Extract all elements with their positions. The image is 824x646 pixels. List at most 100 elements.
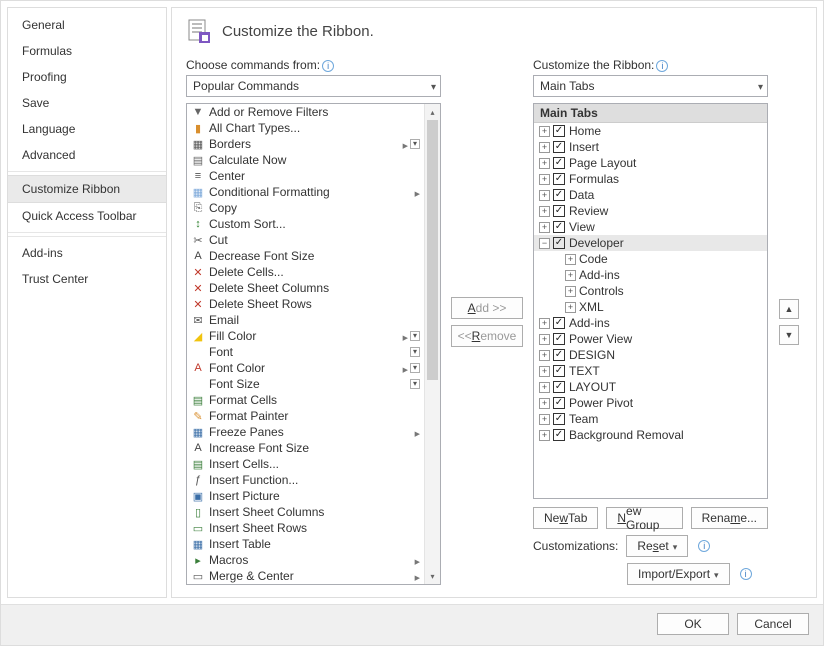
scroll-down-icon[interactable]: ▾ <box>425 568 440 584</box>
checkbox[interactable] <box>553 333 565 345</box>
command-item[interactable]: ↕Custom Sort... <box>187 216 424 232</box>
tree-tab-node[interactable]: +Formulas <box>534 171 767 187</box>
tree-tab-node[interactable]: +Review <box>534 203 767 219</box>
command-item[interactable]: ▤Format Cells <box>187 392 424 408</box>
ribbon-combo[interactable]: Main Tabs <box>533 75 768 97</box>
command-item[interactable]: AIncrease Font Size <box>187 440 424 456</box>
command-item[interactable]: AFont Color <box>187 360 424 376</box>
command-item[interactable]: ▤Insert Cells... <box>187 456 424 472</box>
command-item[interactable]: ▣Insert Picture <box>187 488 424 504</box>
command-item[interactable]: Font <box>187 344 424 360</box>
tree-tab-node[interactable]: +LAYOUT <box>534 379 767 395</box>
scroll-up-icon[interactable]: ▴ <box>425 104 440 120</box>
nav-item[interactable]: Advanced <box>8 142 166 168</box>
nav-item[interactable]: Language <box>8 116 166 142</box>
command-item[interactable]: ▤Calculate Now <box>187 152 424 168</box>
tree-tab-node[interactable]: +Home <box>534 123 767 139</box>
nav-item[interactable]: Save <box>8 90 166 116</box>
command-item[interactable]: ⎘Copy <box>187 200 424 216</box>
expand-toggle[interactable]: + <box>539 142 550 153</box>
command-item[interactable]: ▯Insert Sheet Columns <box>187 504 424 520</box>
choose-commands-combo[interactable]: Popular Commands <box>186 75 441 97</box>
tree-tab-node[interactable]: +Insert <box>534 139 767 155</box>
expand-toggle[interactable]: − <box>539 238 550 249</box>
command-item[interactable]: ≡Center <box>187 168 424 184</box>
expand-toggle[interactable]: + <box>539 206 550 217</box>
move-down-button[interactable]: ▼ <box>779 325 799 345</box>
tree-tab-node[interactable]: +Power View <box>534 331 767 347</box>
checkbox[interactable] <box>553 237 565 249</box>
checkbox[interactable] <box>553 205 565 217</box>
expand-toggle[interactable]: + <box>539 190 550 201</box>
add-button[interactable]: Add >> <box>451 297 523 319</box>
tree-tab-node[interactable]: +Power Pivot <box>534 395 767 411</box>
scrollbar[interactable]: ▴ ▾ <box>424 104 440 584</box>
expand-toggle[interactable]: + <box>539 158 550 169</box>
remove-button[interactable]: << Remove <box>451 325 523 347</box>
checkbox[interactable] <box>553 317 565 329</box>
info-icon[interactable] <box>698 540 710 552</box>
checkbox[interactable] <box>553 381 565 393</box>
expand-toggle[interactable]: + <box>539 430 550 441</box>
nav-item[interactable]: Add-ins <box>8 240 166 266</box>
commands-list[interactable]: ▼Add or Remove Filters▮All Chart Types..… <box>186 103 441 585</box>
nav-item[interactable]: Customize Ribbon <box>8 175 166 203</box>
command-item[interactable]: ▦Insert Table <box>187 536 424 552</box>
command-item[interactable]: ✕Delete Sheet Columns <box>187 280 424 296</box>
new-tab-button[interactable]: New Tab <box>533 507 598 529</box>
checkbox[interactable] <box>553 349 565 361</box>
command-item[interactable]: ▸Macros <box>187 552 424 568</box>
command-item[interactable]: ✕Delete Cells... <box>187 264 424 280</box>
command-item[interactable]: ✂Cut <box>187 232 424 248</box>
expand-toggle[interactable]: + <box>539 318 550 329</box>
reset-button[interactable]: Reset <box>626 535 688 557</box>
cancel-button[interactable]: Cancel <box>737 613 809 635</box>
expand-toggle[interactable]: + <box>539 222 550 233</box>
tree-tab-node[interactable]: +View <box>534 219 767 235</box>
tree-tab-node[interactable]: −Developer <box>534 235 767 251</box>
expand-toggle[interactable]: + <box>539 366 550 377</box>
new-group-button[interactable]: New Group <box>606 507 682 529</box>
expand-toggle[interactable]: + <box>565 270 576 281</box>
command-item[interactable]: ƒInsert Function... <box>187 472 424 488</box>
nav-item[interactable]: Formulas <box>8 38 166 64</box>
expand-toggle[interactable]: + <box>539 350 550 361</box>
move-up-button[interactable]: ▲ <box>779 299 799 319</box>
command-item[interactable]: ADecrease Font Size <box>187 248 424 264</box>
command-item[interactable]: Font Size <box>187 376 424 392</box>
command-item[interactable]: ▦Borders <box>187 136 424 152</box>
command-item[interactable]: ✉Email <box>187 312 424 328</box>
checkbox[interactable] <box>553 125 565 137</box>
command-item[interactable]: ✕Delete Sheet Rows <box>187 296 424 312</box>
checkbox[interactable] <box>553 157 565 169</box>
rename-button[interactable]: Rename... <box>691 507 768 529</box>
checkbox[interactable] <box>553 221 565 233</box>
checkbox[interactable] <box>553 189 565 201</box>
import-export-button[interactable]: Import/Export <box>627 563 730 585</box>
info-icon[interactable] <box>656 60 668 72</box>
tree-tab-node[interactable]: +Team <box>534 411 767 427</box>
tree-group-node[interactable]: +Code <box>534 251 767 267</box>
expand-toggle[interactable]: + <box>539 334 550 345</box>
info-icon[interactable] <box>322 60 334 72</box>
command-item[interactable]: ▦Freeze Panes <box>187 424 424 440</box>
command-item[interactable]: ▭Merge & Center <box>187 568 424 584</box>
expand-toggle[interactable]: + <box>539 414 550 425</box>
nav-item[interactable]: Trust Center <box>8 266 166 292</box>
checkbox[interactable] <box>553 413 565 425</box>
expand-toggle[interactable]: + <box>565 286 576 297</box>
command-item[interactable]: ✎Format Painter <box>187 408 424 424</box>
expand-toggle[interactable]: + <box>565 254 576 265</box>
nav-item[interactable]: Quick Access Toolbar <box>8 203 166 229</box>
expand-toggle[interactable]: + <box>539 382 550 393</box>
tree-tab-node[interactable]: +TEXT <box>534 363 767 379</box>
checkbox[interactable] <box>553 397 565 409</box>
nav-item[interactable]: Proofing <box>8 64 166 90</box>
command-item[interactable]: ▦Conditional Formatting <box>187 184 424 200</box>
command-item[interactable]: ▭Insert Sheet Rows <box>187 520 424 536</box>
tree-group-node[interactable]: +Add-ins <box>534 267 767 283</box>
checkbox[interactable] <box>553 173 565 185</box>
tree-tab-node[interactable]: +DESIGN <box>534 347 767 363</box>
checkbox[interactable] <box>553 141 565 153</box>
checkbox[interactable] <box>553 429 565 441</box>
